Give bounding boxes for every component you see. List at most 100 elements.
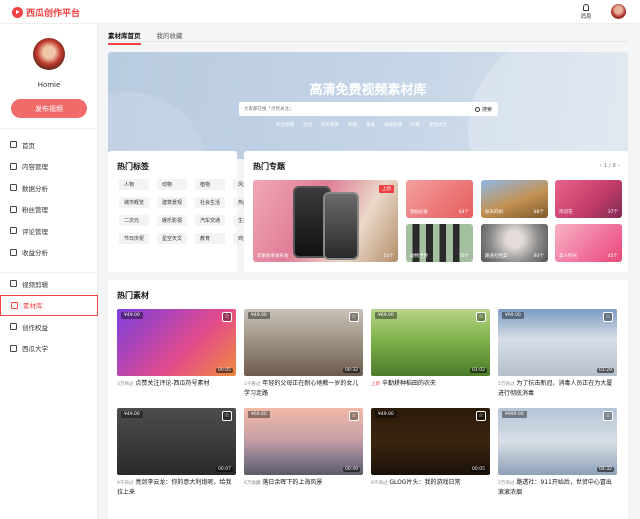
video-caption: 9千商过 亮剑李云龙：你的意大利炮呢，给我拉上来 — [117, 478, 236, 497]
tag-chip[interactable]: 二次元 — [119, 215, 150, 226]
video-title[interactable]: 路透社：911开始后，世贸中心冒出滚滚浓烟 — [498, 479, 612, 496]
profile-avatar[interactable] — [33, 38, 65, 70]
topic-card[interactable]: 动物世界 76个 — [406, 224, 473, 262]
tag-chip[interactable]: 人物 — [119, 179, 150, 190]
sidebar-divider — [0, 128, 98, 129]
star-icon[interactable]: ☆ — [349, 411, 359, 421]
topic-count: 37个 — [607, 210, 618, 215]
sidebar-item-video[interactable]: 内容管理 — [0, 156, 98, 178]
publish-video-button[interactable]: 发布视频 — [11, 99, 87, 118]
hot-search-word[interactable]: 古风 — [303, 122, 312, 128]
video-thumbnail[interactable]: ¥49.00 ☆ 00:07 — [117, 408, 236, 475]
tag-chip[interactable]: 教育 — [195, 233, 226, 244]
star-icon[interactable]: ☆ — [476, 312, 486, 322]
sidebar-item-home[interactable]: 首页 — [0, 134, 98, 156]
topic-card[interactable]: 美人时光 45个 — [555, 224, 622, 262]
topic-card[interactable]: 路透社档案 93个 — [481, 224, 548, 262]
video-thumbnail[interactable]: ¥999.00 ☆ 04:32 — [498, 408, 617, 475]
video-title[interactable]: 辛勤耕种稻田的农夫 — [382, 380, 436, 387]
star-icon[interactable]: ☆ — [349, 312, 359, 322]
top-bar: 西瓜创作平台 消息 — [0, 0, 640, 24]
tab-library-home[interactable]: 素材库首页 — [108, 28, 141, 45]
video-price: ¥99.00 — [502, 312, 524, 319]
hot-search-word[interactable]: 航拍 — [348, 122, 357, 128]
hot-tags-list: 人物动物植物风景城市概览建筑景观社会生活热门游戏二次元娱乐影视汽车交通生活家节日… — [119, 179, 264, 244]
sidebar-item-scissors[interactable]: 视频剪辑 — [0, 273, 98, 295]
star-icon[interactable]: ☆ — [222, 312, 232, 322]
video-title[interactable]: 亮剑李云龙：你的意大利炮呢，给我拉上来 — [117, 479, 231, 496]
sidebar-item-gift[interactable]: 创作权益 — [0, 316, 98, 338]
hot-search-word[interactable]: 星际太空 — [429, 122, 447, 128]
sidebar-item-money[interactable]: 收益分析 — [0, 242, 98, 264]
hot-search-word[interactable]: 美食 — [366, 122, 375, 128]
topic-card[interactable]: 涨粉必备 64个 — [406, 180, 473, 218]
hot-search-word[interactable]: 片尾 — [411, 122, 420, 128]
tag-chip[interactable]: 汽车交通 — [195, 215, 226, 226]
search-button[interactable]: 搜索 — [474, 106, 498, 113]
video-duration: 00:05 — [470, 467, 487, 472]
video-title[interactable]: 落日余晖下的上海风景 — [262, 479, 322, 486]
next-page-icon[interactable]: › — [618, 163, 620, 169]
search-button-label: 搜索 — [481, 106, 492, 113]
topics-pager[interactable]: ‹ 1 / 6 › — [600, 163, 620, 169]
sidebar: Homie 发布视频 首页 内容管理 数据分析 粉丝管理 评论管理 收益分析 视频剪辑 素材… — [0, 24, 98, 519]
tag-chip[interactable]: 娱乐影视 — [157, 215, 188, 226]
user-avatar[interactable] — [611, 4, 626, 19]
video-title[interactable]: 年轻的父母正在耐心地教一岁的女儿学习走路 — [244, 380, 358, 397]
messages-button[interactable]: 消息 — [578, 4, 594, 20]
sidebar-item-label: 内容管理 — [22, 163, 48, 172]
sidebar-item-user[interactable]: 粉丝管理 — [0, 199, 98, 221]
sidebar-item-label: 视频剪辑 — [22, 280, 48, 289]
hot-search-words: 新冠疫情 古风 城市夜景 航拍 美食 悬疑惊魂 片尾 星际太空 — [276, 122, 447, 128]
gift-icon — [10, 323, 17, 331]
prev-page-icon[interactable]: ‹ — [600, 163, 602, 169]
star-icon[interactable]: ☆ — [603, 312, 613, 322]
video-card[interactable]: ¥49.00 ☆ 00:05 9千商过 GLOG片头：我的游戏日常 — [371, 408, 490, 488]
video-thumbnail[interactable]: ¥49.00 ☆ 00:05 — [117, 309, 236, 376]
video-thumbnail[interactable]: ¥99.00 ☆ 01:29 — [498, 309, 617, 376]
tag-chip[interactable]: 植物 — [195, 179, 226, 190]
banner-decoration — [108, 92, 208, 159]
tag-chip[interactable]: 建筑景观 — [157, 197, 188, 208]
video-thumbnail[interactable]: ¥69.00 ☆ 00:49 — [244, 408, 363, 475]
tag-chip[interactable]: 动物 — [157, 179, 188, 190]
video-title[interactable]: 为了抗击新冠，消毒人员正在为大厦进行彻底消毒 — [498, 380, 612, 397]
sidebar-item-library[interactable]: 素材库 — [0, 294, 98, 316]
video-meta: 3万商过 — [117, 382, 134, 387]
school-icon — [10, 344, 17, 352]
sidebar-item-chart[interactable]: 数据分析 — [0, 177, 98, 199]
logo[interactable]: 西瓜创作平台 — [12, 6, 80, 19]
sidebar-item-comment[interactable]: 评论管理 — [0, 220, 98, 242]
hot-search-word[interactable]: 城市夜景 — [321, 122, 339, 128]
topic-card[interactable]: 秋天的树 88个 — [481, 180, 548, 218]
video-title[interactable]: GLOG片头：我的游戏日常 — [389, 479, 460, 486]
tag-chip[interactable]: 城市概览 — [119, 197, 150, 208]
search-input[interactable] — [239, 102, 475, 116]
video-card[interactable]: ¥69.00 ☆ 01:02 上新 辛勤耕种稻田的农夫 — [371, 309, 490, 389]
hot-search-word[interactable]: 新冠疫情 — [276, 122, 294, 128]
tag-chip[interactable]: 节日庆祝 — [119, 233, 150, 244]
video-card[interactable]: ¥69.00 ☆ 00:49 6万收藏 落日余晖下的上海风景 — [244, 408, 363, 488]
star-icon[interactable]: ☆ — [603, 411, 613, 421]
tag-chip[interactable]: 社会生活 — [195, 197, 226, 208]
video-card[interactable]: ¥49.00 ☆ 00:07 9千商过 亮剑李云龙：你的意大利炮呢，给我拉上来 — [117, 408, 236, 497]
sidebar-item-school[interactable]: 西瓜大学 — [0, 338, 98, 360]
video-card[interactable]: ¥99.00 ☆ 01:29 5万商过 为了抗击新冠，消毒人员正在为大厦进行彻底消毒 — [498, 309, 617, 398]
video-card[interactable]: ¥49.00 ☆ 00:32 1千看过 年轻的父母正在耐心地教一岁的女儿学习走路 — [244, 309, 363, 398]
video-title[interactable]: 点赞关注评论-西瓜符号素材 — [135, 380, 209, 387]
star-icon[interactable]: ☆ — [476, 411, 486, 421]
tab-my-favorites[interactable]: 我的收藏 — [157, 28, 183, 45]
star-icon[interactable]: ☆ — [222, 411, 232, 421]
video-thumbnail[interactable]: ¥69.00 ☆ 01:02 — [371, 309, 490, 376]
video-thumbnail[interactable]: ¥49.00 ☆ 00:32 — [244, 309, 363, 376]
video-card[interactable]: ¥49.00 ☆ 00:05 3万商过 点赞关注评论-西瓜符号素材 — [117, 309, 236, 389]
hot-search-word[interactable]: 悬疑惊魂 — [384, 122, 402, 128]
video-card[interactable]: ¥999.00 ☆ 04:32 2万商过 路透社：911开始后，世贸中心冒出滚滚浓烟 — [498, 408, 617, 497]
tag-chip[interactable]: 星空天文 — [157, 233, 188, 244]
topic-card[interactable]: 鸡冠花 37个 — [555, 180, 622, 218]
video-duration: 04:32 — [597, 467, 614, 472]
video-duration: 00:49 — [343, 467, 360, 472]
topic-card[interactable]: 苹果秋季发布会 52个 上新 — [253, 180, 398, 262]
video-thumbnail[interactable]: ¥49.00 ☆ 00:05 — [371, 408, 490, 475]
video-meta: 9千商过 — [117, 481, 134, 486]
